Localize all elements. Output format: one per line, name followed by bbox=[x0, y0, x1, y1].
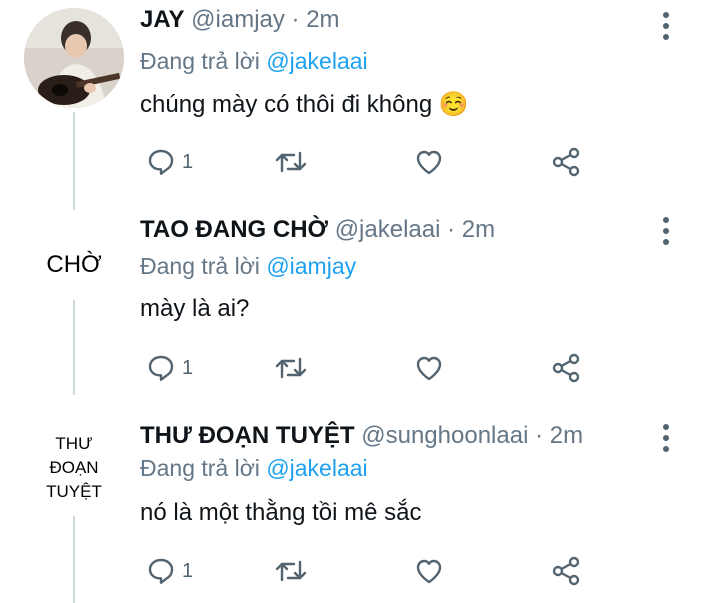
heart-icon bbox=[416, 559, 442, 584]
mention-link[interactable]: @iamjay bbox=[266, 253, 356, 279]
action-bar: 1 bbox=[140, 551, 600, 591]
reply-button[interactable]: 1 bbox=[146, 348, 193, 388]
action-bar: 1 bbox=[140, 348, 600, 388]
tweet-header: TAO ĐANG CHỜ @jakelaai · 2m bbox=[140, 216, 495, 244]
replying-prefix: Đang trả lời bbox=[140, 455, 260, 481]
mention-link[interactable]: @jakelaai bbox=[266, 48, 367, 74]
user-handle[interactable]: @iamjay bbox=[191, 6, 285, 33]
replying-prefix: Đang trả lời bbox=[140, 253, 260, 279]
timestamp[interactable]: · 2m bbox=[535, 422, 583, 449]
replying-to: Đang trả lời @iamjay bbox=[140, 253, 356, 280]
reply-icon bbox=[148, 355, 174, 381]
retweet-button[interactable] bbox=[274, 551, 308, 591]
heart-icon bbox=[416, 356, 442, 381]
reply-button[interactable]: 1 bbox=[146, 142, 193, 182]
retweet-button[interactable] bbox=[274, 142, 308, 182]
more-vertical-icon[interactable] bbox=[656, 12, 676, 42]
tweet[interactable]: CHỜ TAO ĐANG CHỜ @jakelaai · 2m Đang trả… bbox=[0, 205, 720, 400]
share-button[interactable] bbox=[550, 142, 582, 182]
share-icon bbox=[552, 147, 580, 177]
retweet-icon bbox=[275, 151, 307, 173]
like-button[interactable] bbox=[414, 348, 444, 388]
retweet-button[interactable] bbox=[274, 348, 308, 388]
tweet-header: THƯ ĐOẠN TUYỆT @sunghoonlaai · 2m bbox=[140, 422, 583, 450]
reply-count: 1 bbox=[182, 559, 194, 582]
replying-to: Đang trả lời @jakelaai bbox=[140, 455, 368, 482]
display-name[interactable]: THƯ ĐOẠN TUYỆT bbox=[140, 422, 355, 449]
retweet-icon bbox=[275, 357, 307, 379]
replying-prefix: Đang trả lời bbox=[140, 48, 260, 74]
avatar[interactable]: THƯ ĐOẠN TUYỆT bbox=[24, 432, 124, 504]
avatar-photo-icon bbox=[24, 8, 124, 108]
more-vertical-icon[interactable] bbox=[656, 424, 676, 454]
share-button[interactable] bbox=[550, 551, 582, 591]
tweet-text: chúng mày có thôi đi không ☺️ bbox=[140, 91, 469, 118]
replying-to: Đang trả lời @jakelaai bbox=[140, 48, 368, 75]
tweet-header: JAY @iamjay · 2m bbox=[140, 6, 340, 34]
share-icon bbox=[552, 556, 580, 586]
avatar-line: ĐOẠN bbox=[49, 458, 99, 477]
tweet-text: mày là ai? bbox=[140, 295, 250, 322]
like-button[interactable] bbox=[414, 551, 444, 591]
avatar[interactable]: CHỜ bbox=[24, 251, 124, 279]
display-name[interactable]: TAO ĐANG CHỜ bbox=[140, 216, 328, 243]
reply-icon bbox=[148, 149, 174, 175]
tweet-text: nó là một thằng tồi mê sắc bbox=[140, 499, 422, 526]
avatar-line: TUYỆT bbox=[46, 482, 102, 501]
avatar[interactable] bbox=[24, 8, 124, 108]
reply-icon bbox=[148, 558, 174, 584]
share-button[interactable] bbox=[550, 348, 582, 388]
reply-count: 1 bbox=[182, 356, 194, 379]
mention-link[interactable]: @jakelaai bbox=[266, 455, 367, 481]
user-handle[interactable]: @jakelaai bbox=[335, 216, 441, 243]
tweet[interactable]: THƯ ĐOẠN TUYỆT THƯ ĐOẠN TUYỆT @sunghoonl… bbox=[0, 410, 720, 603]
heart-icon bbox=[416, 150, 442, 175]
share-icon bbox=[552, 353, 580, 383]
tweet[interactable]: JAY @iamjay · 2m Đang trả lời @jakelaai … bbox=[0, 0, 720, 195]
retweet-icon bbox=[275, 560, 307, 582]
action-bar: 1 bbox=[140, 142, 600, 182]
like-button[interactable] bbox=[414, 142, 444, 182]
timestamp[interactable]: · 2m bbox=[447, 216, 495, 243]
user-handle[interactable]: @sunghoonlaai bbox=[361, 422, 528, 449]
reply-count: 1 bbox=[182, 150, 194, 173]
avatar-line: THƯ bbox=[55, 434, 93, 453]
more-vertical-icon[interactable] bbox=[656, 217, 676, 247]
display-name[interactable]: JAY bbox=[140, 6, 184, 33]
reply-button[interactable]: 1 bbox=[146, 551, 193, 591]
timestamp[interactable]: · 2m bbox=[292, 6, 340, 33]
